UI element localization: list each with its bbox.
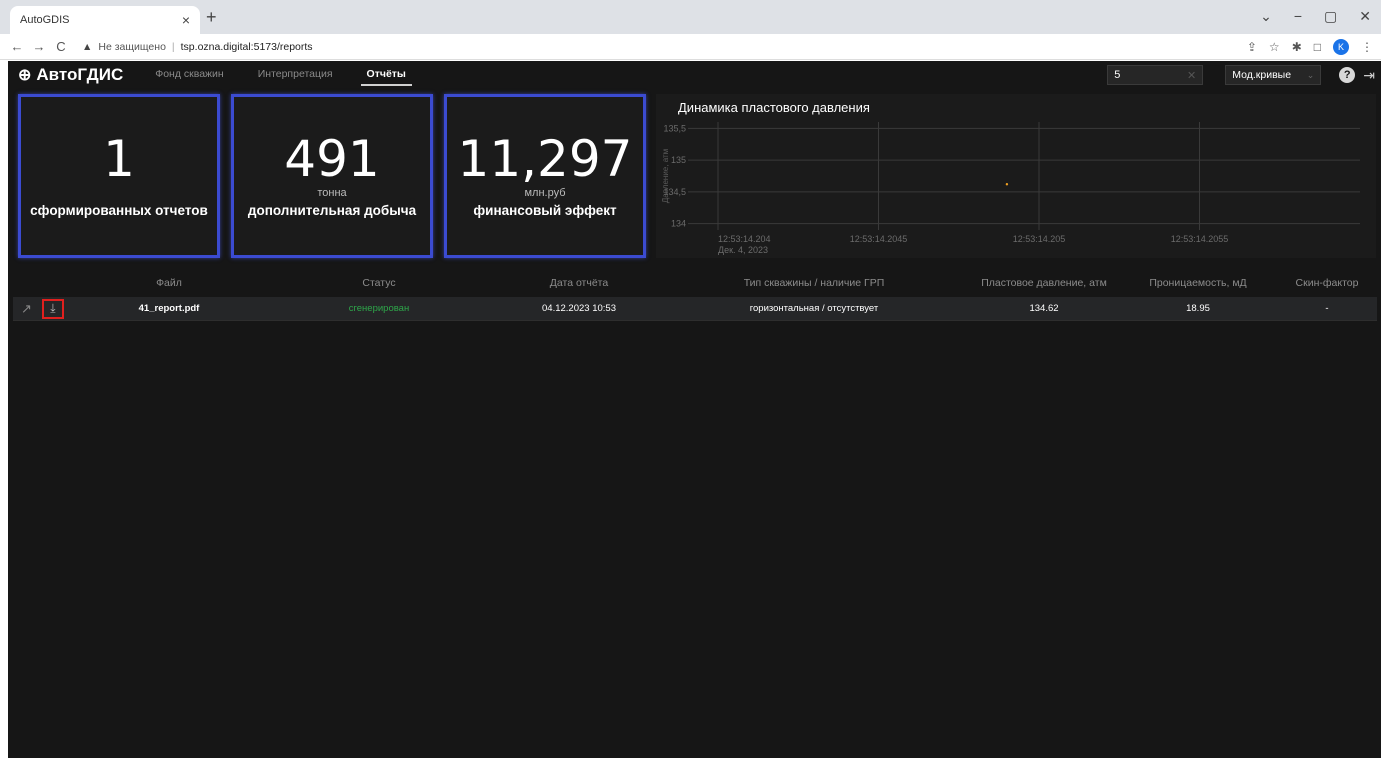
sidepanel-icon[interactable]: □ — [1314, 40, 1321, 54]
extensions-icon[interactable]: ✱ — [1292, 40, 1302, 54]
warning-icon: ▲ — [82, 40, 93, 53]
data-point — [1005, 183, 1009, 186]
header-file[interactable]: Файл — [79, 277, 259, 289]
profile-avatar[interactable]: K — [1333, 38, 1349, 55]
well-search-value: 5 — [1114, 69, 1121, 81]
well-search-input[interactable]: 5 ✕ — [1107, 65, 1204, 85]
header-status[interactable]: Статус — [259, 277, 499, 289]
logout-icon[interactable]: ⇥ — [1363, 67, 1375, 84]
app-root: ⊕ АвтоГДИС Фонд скважин Интерпретация От… — [8, 61, 1381, 758]
tab-search-icon[interactable]: ⌄ — [1260, 8, 1272, 25]
kpi-value: 491 — [284, 130, 380, 188]
browser-tab[interactable]: AutoGDIS × — [10, 6, 200, 34]
share-icon[interactable]: ⇪ — [1247, 40, 1257, 54]
cell-file: 41_report.pdf — [138, 303, 200, 314]
bookmark-star-icon[interactable]: ☆ — [1269, 40, 1280, 54]
mode-select[interactable]: Мод.кривые ⌄ — [1225, 65, 1322, 85]
minimize-button[interactable]: − — [1294, 8, 1302, 25]
y-tick-label: 135,5 — [663, 123, 686, 133]
top-navigation: ⊕ АвтоГДИС Фонд скважин Интерпретация От… — [8, 61, 1381, 89]
pressure-chart[interactable]: 134134,5135135,512:53:14.204 12:53:14.204… — [656, 94, 1376, 258]
nav-item-interpretation[interactable]: Интерпретация — [252, 64, 339, 86]
table-header: Файл Статус Дата отчёта Тип скважины / н… — [13, 272, 1377, 294]
new-tab-button[interactable]: + — [206, 7, 217, 28]
reports-table: Файл Статус Дата отчёта Тип скважины / н… — [13, 272, 1377, 321]
kpi-value: 1 — [103, 130, 135, 188]
x-tick-label: 12:53:14.204 — [718, 234, 771, 244]
kpi-value: 11,297 — [457, 130, 633, 188]
header-date[interactable]: Дата отчёта — [499, 277, 659, 289]
app-logo[interactable]: ⊕ АвтоГДИС — [18, 65, 123, 85]
reload-icon[interactable]: C — [52, 39, 70, 54]
cell-skin: - — [1325, 303, 1329, 314]
header-permeability[interactable]: Проницаемость, мД — [1119, 277, 1277, 289]
omnibox[interactable]: ▲ Не защищено | tsp.ozna.digital:5173/re… — [82, 41, 313, 53]
kpi-caption: сформированных отчетов — [30, 203, 208, 218]
kpi-card-production: 491 тонна дополнительная добыча — [231, 94, 433, 258]
header-pressure[interactable]: Пластовое давление, атм — [969, 277, 1119, 289]
download-icon[interactable]: ⤓ — [41, 298, 64, 319]
logo-text: АвтоГДИС — [36, 65, 124, 84]
x-tick-label: 12:53:14.205 — [1013, 234, 1066, 244]
forward-icon[interactable]: → — [30, 39, 48, 54]
nav-item-wells[interactable]: Фонд скважин — [149, 64, 230, 86]
clear-icon[interactable]: ✕ — [1187, 69, 1196, 82]
cell-permeability: 18.95 — [1186, 303, 1210, 314]
url-text: tsp.ozna.digital:5173/reports — [180, 40, 313, 53]
pressure-chart-panel: Динамика пластового давления 134 134,5 135… — [656, 94, 1376, 258]
kpi-unit: млн.руб — [524, 187, 566, 199]
browser-menu-icon[interactable]: ⋮ — [1361, 40, 1373, 54]
open-external-icon[interactable]: ↗ — [21, 301, 32, 317]
maximize-button[interactable]: ▢ — [1324, 8, 1337, 25]
window-controls: ⌄ − ▢ ✕ — [1260, 8, 1371, 25]
address-bar: ← → C ▲ Не защищено | tsp.ozna.digital:5… — [0, 34, 1381, 60]
cell-status: сгенерирован — [348, 303, 410, 314]
kpi-unit: тонна — [317, 187, 347, 199]
nav-tabs: Фонд скважин Интерпретация Отчёты — [149, 64, 412, 86]
cell-pressure: 134.62 — [1029, 303, 1059, 314]
close-window-button[interactable]: ✕ — [1359, 8, 1371, 25]
cell-well-type: горизонтальная / отсутствует — [749, 303, 879, 314]
mode-select-value: Мод.кривые — [1232, 69, 1292, 81]
browser-tab-strip: AutoGDIS × + ⌄ − ▢ ✕ — [0, 0, 1381, 34]
kpi-card-financial: 11,297 млн.руб финансовый эффект — [444, 94, 646, 258]
omnibox-separator: | — [171, 40, 175, 53]
kpi-card-reports: 1 сформированных отчетов — [18, 94, 220, 258]
x-tick-label: 12:53:14.2045 — [850, 234, 908, 244]
cell-date: 04.12.2023 10:53 — [542, 303, 616, 314]
table-row[interactable]: ↗ ⤓ 41_report.pdf сгенерирован 04.12.202… — [13, 297, 1377, 321]
y-tick-label: 134 — [671, 219, 686, 229]
chevron-down-icon: ⌄ — [1306, 69, 1315, 80]
tab-close-icon[interactable]: × — [182, 12, 190, 28]
kpi-caption: дополнительная добыча — [247, 203, 417, 218]
x-tick-label: 12:53:14.2055 — [1171, 234, 1229, 244]
browser-toolbar-right: ⇪ ☆ ✱ □ K ⋮ — [1247, 38, 1373, 55]
header-skin[interactable]: Скин-фактор — [1277, 277, 1377, 289]
y-axis-label: Давление, атм — [661, 149, 670, 203]
help-icon[interactable]: ? — [1339, 67, 1356, 83]
nav-right-controls: 5 ✕ Мод.кривые ⌄ ? ⇥ — [1107, 65, 1375, 85]
y-tick-label: 135 — [671, 155, 686, 165]
row-actions: ↗ ⤓ — [13, 298, 79, 319]
x-date-label: Дек. 4, 2023 — [718, 245, 768, 255]
kpi-caption: финансовый эффект — [473, 203, 617, 218]
insecure-label: Не защищено — [98, 40, 166, 53]
logo-icon: ⊕ — [18, 67, 32, 84]
tab-title: AutoGDIS — [20, 14, 70, 26]
header-well-type[interactable]: Тип скважины / наличие ГРП — [659, 277, 969, 289]
kpi-unit — [21, 187, 217, 199]
nav-item-reports[interactable]: Отчёты — [360, 64, 412, 86]
back-icon[interactable]: ← — [8, 39, 26, 54]
